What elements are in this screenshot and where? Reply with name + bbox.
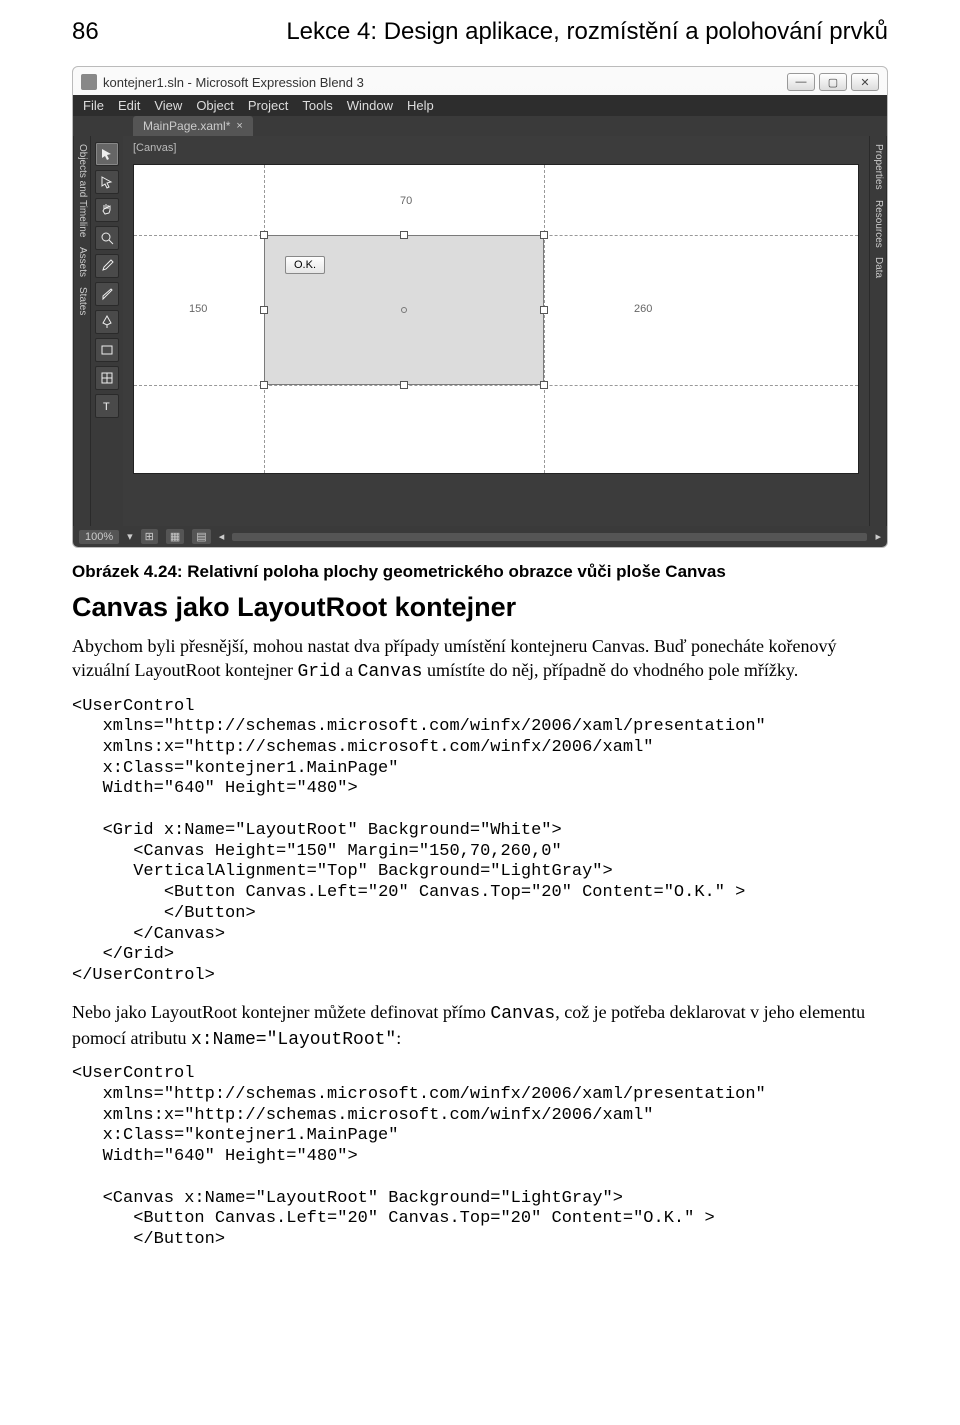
left-panel-strip: Objects and Timeline Assets States <box>73 136 91 526</box>
section-heading: Canvas jako LayoutRoot kontejner <box>72 592 888 623</box>
panel-states[interactable]: States <box>76 287 88 315</box>
inline-code: Canvas <box>358 662 423 682</box>
window-title: kontejner1.sln - Microsoft Expression Bl… <box>103 75 364 90</box>
paragraph-2: Nebo jako LayoutRoot kontejner můžete de… <box>72 1001 888 1053</box>
zoom-chevron-icon[interactable]: ▾ <box>127 530 133 543</box>
resize-handle[interactable] <box>260 231 268 239</box>
statusbar: 100% ▾ ⊞ ▦ ▤ ◂ ▸ <box>73 526 887 547</box>
tool-text[interactable]: T <box>95 394 119 418</box>
measure-right: 260 <box>634 303 652 315</box>
minimize-button[interactable]: — <box>787 73 815 91</box>
chapter-title: Lekce 4: Design aplikace, rozmístění a p… <box>286 18 888 46</box>
menu-view[interactable]: View <box>154 98 182 113</box>
close-button[interactable]: ✕ <box>851 73 879 91</box>
text: a <box>341 660 358 680</box>
window-titlebar: kontejner1.sln - Microsoft Expression Bl… <box>73 67 887 95</box>
menubar: File Edit View Object Project Tools Wind… <box>73 95 887 116</box>
maximize-button[interactable]: ▢ <box>819 73 847 91</box>
tool-layout[interactable] <box>95 366 119 390</box>
page-number: 86 <box>72 18 99 46</box>
tab-label: MainPage.xaml* <box>143 119 230 133</box>
resize-handle[interactable] <box>400 231 408 239</box>
scroll-left-icon[interactable]: ◂ <box>219 530 225 543</box>
panel-objects-timeline[interactable]: Objects and Timeline <box>76 144 88 237</box>
tab-close-icon[interactable]: × <box>236 120 242 132</box>
resize-handle[interactable] <box>540 306 548 314</box>
menu-window[interactable]: Window <box>347 98 393 113</box>
code-block-2: <UserControl xmlns="http://schemas.micro… <box>72 1064 888 1251</box>
ok-button[interactable]: O.K. <box>285 256 325 274</box>
code-block-1: <UserControl xmlns="http://schemas.micro… <box>72 697 888 987</box>
view-split-icon[interactable]: ▦ <box>166 529 184 544</box>
inline-code: Grid <box>297 662 340 682</box>
menu-help[interactable]: Help <box>407 98 434 113</box>
tool-direct-select[interactable] <box>95 170 119 194</box>
tool-rectangle[interactable] <box>95 338 119 362</box>
tool-eyedropper[interactable] <box>95 254 119 278</box>
app-screenshot: kontejner1.sln - Microsoft Expression Bl… <box>72 66 888 548</box>
guide-bottom <box>134 385 858 386</box>
text: umístíte do něj, případně do vhodného po… <box>422 660 798 680</box>
tool-pan[interactable] <box>95 198 119 222</box>
page-header: 86 Lekce 4: Design aplikace, rozmístění … <box>0 0 960 58</box>
app-icon <box>81 74 97 90</box>
resize-handle[interactable] <box>540 231 548 239</box>
zoom-level[interactable]: 100% <box>79 530 119 544</box>
resize-handle[interactable] <box>260 381 268 389</box>
resize-handle[interactable] <box>260 306 268 314</box>
figure-caption: Obrázek 4.24: Relativní poloha plochy ge… <box>72 562 888 582</box>
resize-handle[interactable] <box>540 381 548 389</box>
svg-text:T: T <box>103 401 110 413</box>
app-body: Objects and Timeline Assets States <box>73 136 887 526</box>
tab-mainpage[interactable]: MainPage.xaml* × <box>133 116 253 136</box>
breadcrumb[interactable]: [Canvas] <box>133 142 176 154</box>
view-grid-icon[interactable]: ⊞ <box>141 529 158 544</box>
measure-left: 150 <box>189 303 207 315</box>
inline-code: Canvas <box>490 1004 555 1024</box>
selected-canvas-shape[interactable]: O.K. <box>264 235 544 385</box>
resize-handle[interactable] <box>400 381 408 389</box>
center-point-icon <box>401 307 407 313</box>
menu-object[interactable]: Object <box>196 98 234 113</box>
panel-properties[interactable]: Properties <box>872 144 884 190</box>
text: Nebo jako LayoutRoot kontejner můžete de… <box>72 1002 490 1022</box>
menu-file[interactable]: File <box>83 98 104 113</box>
measure-top: 70 <box>400 195 412 207</box>
paragraph-1: Abychom byli přesnější, mohou nastat dva… <box>72 635 888 685</box>
panel-assets[interactable]: Assets <box>76 247 88 277</box>
design-surface[interactable]: [Canvas] 150 70 260 O.K. <box>123 136 869 526</box>
menu-tools[interactable]: Tools <box>302 98 332 113</box>
artboard[interactable]: 150 70 260 O.K. <box>133 164 859 474</box>
text: : <box>396 1028 401 1048</box>
scroll-right-icon[interactable]: ▸ <box>875 530 881 543</box>
tool-brush[interactable] <box>95 282 119 306</box>
panel-data[interactable]: Data <box>872 257 884 278</box>
horizontal-scrollbar[interactable] <box>232 533 867 541</box>
view-snap-icon[interactable]: ▤ <box>192 529 210 544</box>
panel-resources[interactable]: Resources <box>872 200 884 248</box>
tool-pen[interactable] <box>95 310 119 334</box>
menu-edit[interactable]: Edit <box>118 98 140 113</box>
inline-code: x:Name="LayoutRoot" <box>191 1030 396 1050</box>
toolbox: T <box>91 136 123 526</box>
tool-zoom[interactable] <box>95 226 119 250</box>
right-panel-strip: Properties Resources Data <box>869 136 887 526</box>
menu-project[interactable]: Project <box>248 98 288 113</box>
tool-selection[interactable] <box>95 142 119 166</box>
guide-right <box>544 165 545 473</box>
document-tabs: MainPage.xaml* × <box>73 116 887 136</box>
